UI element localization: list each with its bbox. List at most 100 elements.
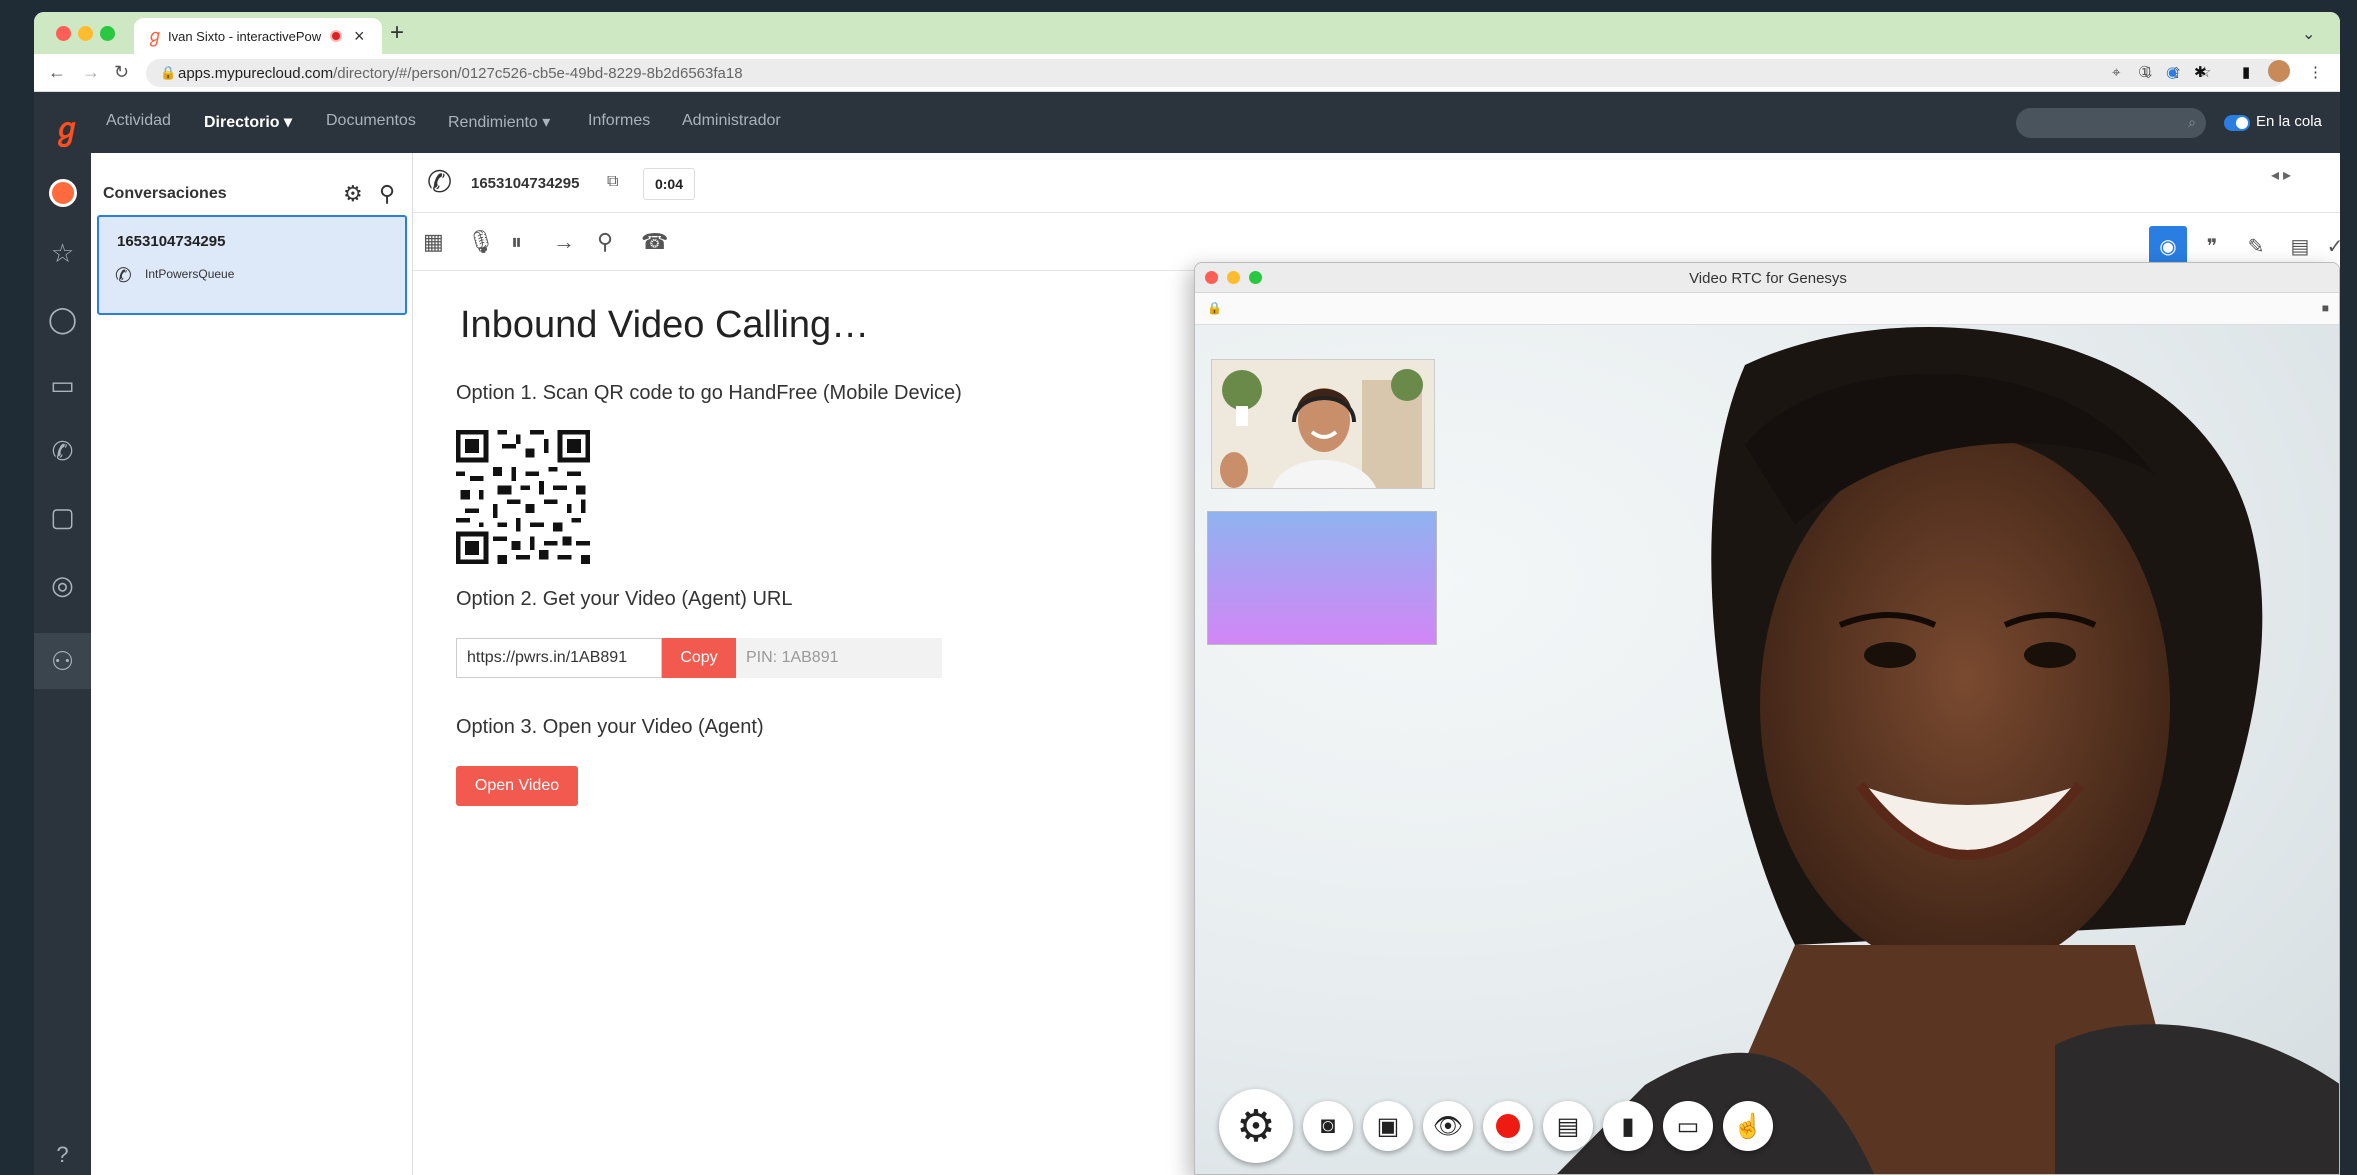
remote-participant-video [1556,326,2339,1174]
microphone-icon[interactable]: 🎙 [467,229,495,255]
wrapup-clipboard-icon[interactable]: ✓ [2325,226,2340,266]
inbox-icon[interactable]: ▢ [34,489,91,545]
video-rtc-window: Video RTC for Genesys 🔒 ■ ⚙ ◙ ▣ 👁 ▤ ▮ ▭ … [1194,262,2340,1175]
lock-icon: 🔒 [1207,301,1222,315]
tab-bar: ℊ Ivan Sixto - interactivePow × + ⌄ [34,12,2340,54]
sidepanel-icon[interactable]: ▮ [2242,63,2250,81]
phone-icon: ✆ [115,265,132,287]
nav-documentos[interactable]: Documentos [326,112,416,130]
recording-indicator-icon [330,30,342,42]
nav-administrador[interactable]: Administrador [682,112,781,130]
extension-blue-icon[interactable]: ◉ [2166,63,2179,81]
support-lifebuoy-icon[interactable]: ◎ [34,557,91,613]
new-tab-button[interactable]: + [390,21,404,45]
nav-informes[interactable]: Informes [588,112,650,130]
reload-icon[interactable]: ↻ [114,62,129,83]
video-window-address-row: 🔒 ■ [1195,293,2339,325]
video-camera-icon[interactable]: ▭ [34,357,91,413]
search-icon: ⌕ [2188,114,2196,130]
settings-gear-button[interactable]: ⚙ [1219,1089,1293,1163]
collapse-left-icon[interactable]: ◂ [2271,167,2283,184]
maximize-window-button[interactable] [100,26,115,41]
screen-share-button[interactable]: ▭ [1663,1101,1713,1151]
forward-arrow-icon[interactable]: → [82,62,100,83]
header-controls: ◂▸ [2271,165,2295,185]
video-close-button[interactable] [1205,271,1218,284]
on-queue-toggle[interactable] [2224,115,2250,131]
directory-people-icon[interactable]: ⚇ [34,633,91,689]
url-text: apps.mypurecloud.com/directory/#/person/… [178,65,743,82]
video-maximize-button[interactable] [1249,271,1262,284]
back-arrow-icon[interactable]: ← [48,62,66,83]
call-number: 1653104734295 [471,175,580,192]
copy-url-button[interactable]: Copy [662,638,736,678]
open-video-button[interactable]: Open Video [456,766,578,806]
app-top-nav: ℊ Actividad Directorio ▾ Documentos Rend… [34,92,2340,153]
file-button[interactable]: ▮ [1603,1101,1653,1151]
phone-icon: ✆ [427,166,453,199]
conversation-card[interactable]: 1653104734295 ✆ IntPowersQueue [97,215,407,315]
preview-gradient-tile [1207,511,1437,645]
scripts-quote-icon[interactable]: ❞ [2193,226,2231,266]
option-2-label: Option 2. Get your Video (Agent) URL [456,588,793,610]
lock-icon: 🔒 [160,65,177,80]
search-input[interactable]: ⌕ [2016,108,2206,138]
camera-indicator-icon: ■ [2321,301,2329,315]
browser-tab[interactable]: ℊ Ivan Sixto - interactivePow × [134,18,382,54]
nav-actividad[interactable]: Actividad [106,112,171,130]
browser-window: ℊ Ivan Sixto - interactivePow × + ⌄ ← → … [34,12,2340,1175]
browser-menu-icon[interactable]: ⋮ [2308,63,2323,81]
call-header: ✆ 1653104734295 ⧉ 0:04 ◂▸ [413,153,2340,213]
script-title: Inbound Video Calling… [460,304,870,346]
minimize-window-button[interactable] [78,26,93,41]
favorites-star-icon[interactable]: ☆ [34,225,91,281]
transfer-arrow-icon[interactable]: → [553,229,575,255]
record-button[interactable] [1483,1101,1533,1151]
dialpad-icon[interactable]: ▦ [423,229,444,255]
left-rail: ☆ ◯ ▭ ✆ ▢ ◎ ⚇ ? [34,153,91,1175]
contact-profile-icon[interactable]: ◉ [2149,226,2187,266]
profile-avatar[interactable] [2268,60,2290,82]
conversations-title: Conversaciones [103,185,227,202]
notes-edit-icon[interactable]: ✎ [2237,226,2275,266]
remote-video-stage: ⚙ ◙ ▣ 👁 ▤ ▮ ▭ ☝ [1195,325,2339,1174]
genesys-logo-icon[interactable]: ℊ [52,104,82,148]
collapse-right-icon[interactable]: ▸ [2283,167,2295,184]
video-window-titlebar: Video RTC for Genesys [1195,263,2339,293]
video-minimize-button[interactable] [1227,271,1240,284]
tab-list-chevron-icon[interactable]: ⌄ [2302,24,2315,44]
copy-number-icon[interactable]: ⧉ [607,173,618,191]
add-user-icon[interactable]: ⚲ [379,181,395,207]
url-host: apps.mypurecloud.com [178,65,334,82]
nav-rendimiento-label: Rendimiento [448,114,538,131]
agent-self-view-video[interactable] [1211,359,1435,489]
nav-rendimiento[interactable]: Rendimiento ▾ [448,112,550,132]
close-tab-icon[interactable]: × [354,26,365,47]
pointer-button[interactable]: ☝ [1723,1101,1773,1151]
location-icon[interactable]: ⌖ [2112,64,2120,81]
address-bar-row: ← → ↻ 🔒 apps.mypurecloud.com/directory/#… [34,54,2340,92]
consult-user-icon[interactable]: ⚲ [597,229,613,255]
password-manager-icon[interactable]: ① [2138,63,2151,81]
eye-view-button[interactable]: 👁 [1423,1101,1473,1151]
chat-button[interactable]: ▤ [1543,1101,1593,1151]
nav-directorio[interactable]: Directorio ▾ [204,112,292,132]
webcam-button[interactable]: ▣ [1363,1101,1413,1151]
conversation-number: 1653104734295 [117,233,226,250]
help-icon[interactable]: ? [34,1135,91,1175]
chat-bubble-icon[interactable]: ◯ [34,291,91,347]
agent-video-image [1212,360,1434,488]
url-bar[interactable]: 🔒 apps.mypurecloud.com/directory/#/perso… [146,59,2286,87]
close-window-button[interactable] [56,26,71,41]
video-url-field[interactable] [456,638,662,678]
gear-icon[interactable]: ⚙ [343,181,363,207]
user-avatar-button[interactable] [34,165,91,221]
pin-field: PIN: 1AB891 [736,638,942,678]
video-window-title: Video RTC for Genesys [1689,270,1847,287]
agent-camera-button[interactable]: ◙ [1303,1101,1353,1151]
disconnect-phone-icon[interactable]: ☎ [641,229,668,255]
extensions-puzzle-icon[interactable]: ✱ [2194,63,2207,81]
hold-icon[interactable]: ⏸ [511,229,522,255]
phone-icon[interactable]: ✆ [34,423,91,479]
schedule-calendar-icon[interactable]: ▤ [2281,226,2319,266]
